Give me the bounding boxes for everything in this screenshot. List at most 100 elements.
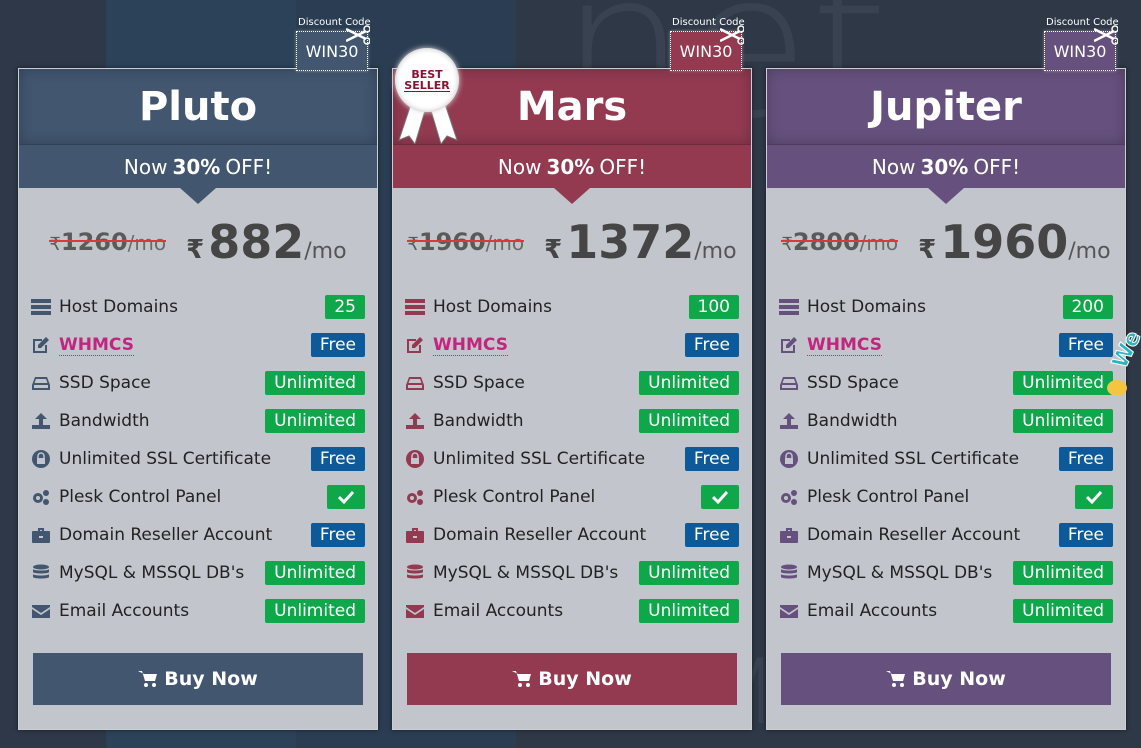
feature-label: Host Domains xyxy=(807,297,926,317)
feature-label: MySQL & MSSQL DB's xyxy=(433,563,619,583)
feature-row: Unlimited SSL Certificate Free xyxy=(779,440,1113,478)
waving-hand-icon: We xyxy=(1107,327,1141,396)
feature-label: MySQL & MSSQL DB's xyxy=(807,563,993,583)
envelope-icon xyxy=(405,602,425,620)
plan-title: Pluto xyxy=(19,69,377,145)
check-icon xyxy=(1086,490,1102,504)
banner-arrow xyxy=(928,188,964,204)
feature-label: Plesk Control Panel xyxy=(433,487,596,507)
feature-label: MySQL & MSSQL DB's xyxy=(59,563,245,583)
feature-row: Email Accounts Unlimited xyxy=(779,592,1113,630)
feature-label: Plesk Control Panel xyxy=(807,487,970,507)
feature-label: Unlimited SSL Certificate xyxy=(433,449,646,469)
feature-row: Unlimited SSL Certificate Free xyxy=(31,440,365,478)
feature-label: Domain Reseller Account xyxy=(59,525,273,545)
feature-value-badge: Unlimited xyxy=(265,371,365,395)
feature-value-badge: Unlimited xyxy=(639,409,739,433)
chat-widget[interactable]: We xyxy=(1101,327,1141,405)
feature-row: WHMCS Free xyxy=(31,326,365,364)
feature-value-badge xyxy=(327,485,365,509)
feature-row: SSD Space Unlimited xyxy=(779,364,1113,402)
feature-list: Host Domains 25 WHMCS Free SSD Space Unl… xyxy=(19,288,377,630)
scissors-icon xyxy=(720,25,744,45)
old-price: ₹1960/mo xyxy=(407,228,524,256)
feature-value-badge: 25 xyxy=(325,295,365,319)
discount-banner: Now 30% OFF! xyxy=(19,145,377,204)
discount-suffix: OFF! xyxy=(973,154,1021,179)
plan-title: Jupiter xyxy=(767,69,1125,145)
feature-value-badge: Free xyxy=(310,447,365,471)
old-price-value: 1960 xyxy=(418,228,486,256)
new-price-value: 1372 xyxy=(566,215,695,269)
briefcase-icon xyxy=(779,526,799,544)
feature-label: Plesk Control Panel xyxy=(59,487,222,507)
feature-value-badge xyxy=(1075,485,1113,509)
discount-banner: Now 30% OFF! xyxy=(393,145,751,204)
feature-value-badge: Free xyxy=(310,333,365,357)
database-icon xyxy=(779,564,799,582)
currency-symbol: ₹ xyxy=(781,234,793,255)
per-month: /mo xyxy=(1068,239,1111,264)
feature-value-badge: 100 xyxy=(688,295,739,319)
scissors-icon xyxy=(1094,25,1118,45)
feature-value-badge: Free xyxy=(684,523,739,547)
new-price: ₹1372/mo xyxy=(544,215,736,269)
discount-coupon[interactable]: Discount Code WIN30 xyxy=(1044,17,1124,71)
buy-now-label: Buy Now xyxy=(912,668,1006,690)
feature-value-badge: Unlimited xyxy=(1013,371,1113,395)
discount-percent: 30% xyxy=(546,154,595,179)
discount-banner: Now 30% OFF! xyxy=(767,145,1125,204)
feature-row: WHMCS Free xyxy=(405,326,739,364)
currency-symbol: ₹ xyxy=(544,235,563,265)
whmcs-link[interactable]: WHMCS xyxy=(433,335,508,356)
discount-percent: 30% xyxy=(920,154,969,179)
feature-label: Email Accounts xyxy=(59,601,190,621)
cart-icon xyxy=(138,671,158,687)
hdd-icon xyxy=(779,374,799,392)
hdd-icon xyxy=(31,374,51,392)
feature-row: Email Accounts Unlimited xyxy=(31,592,365,630)
banner-arrow xyxy=(180,188,216,204)
buy-now-button[interactable]: Buy Now xyxy=(407,653,737,705)
feature-label: Unlimited SSL Certificate xyxy=(807,449,1020,469)
feature-label: SSD Space xyxy=(807,373,899,393)
banner-arrow xyxy=(554,188,590,204)
new-price: ₹882/mo xyxy=(186,215,346,269)
feature-label: Domain Reseller Account xyxy=(433,525,647,545)
feature-value-badge: Unlimited xyxy=(1013,409,1113,433)
scissors-icon xyxy=(346,25,370,45)
lock-icon xyxy=(31,450,51,468)
discount-coupon[interactable]: Discount Code WIN30 xyxy=(296,17,376,71)
feature-value-badge: Unlimited xyxy=(1013,561,1113,585)
feature-value-badge: Unlimited xyxy=(639,561,739,585)
feature-row: Bandwidth Unlimited xyxy=(31,402,365,440)
feature-label: Bandwidth xyxy=(433,411,524,431)
plan-card-pluto: Pluto Now 30% OFF! ₹1260/mo ₹882/mo Host… xyxy=(18,68,378,730)
lock-icon xyxy=(405,450,425,468)
feature-row: Bandwidth Unlimited xyxy=(779,402,1113,440)
cart-icon xyxy=(886,671,906,687)
whmcs-link[interactable]: WHMCS xyxy=(59,335,134,356)
feature-row: Bandwidth Unlimited xyxy=(405,402,739,440)
old-price: ₹2800/mo xyxy=(781,228,898,256)
discount-percent: 30% xyxy=(172,154,221,179)
buy-now-label: Buy Now xyxy=(164,668,258,690)
feature-value-badge: Unlimited xyxy=(265,561,365,585)
feature-value-badge: Free xyxy=(684,333,739,357)
feature-row: MySQL & MSSQL DB's Unlimited xyxy=(779,554,1113,592)
feature-value-badge: Unlimited xyxy=(639,371,739,395)
buy-now-button[interactable]: Buy Now xyxy=(781,653,1111,705)
buy-now-button[interactable]: Buy Now xyxy=(33,653,363,705)
plan-card-mars: Mars Now 30% OFF! ₹1960/mo ₹1372/mo Host… xyxy=(392,68,752,730)
old-price-value: 1260 xyxy=(60,228,128,256)
per-month: /mo xyxy=(859,231,899,255)
feature-list: Host Domains 200 WHMCS Free SSD Space Un… xyxy=(767,288,1125,630)
feature-value-badge: Free xyxy=(684,447,739,471)
feature-value-badge: Free xyxy=(1058,447,1113,471)
feature-row: Host Domains 200 xyxy=(779,288,1113,326)
whmcs-link[interactable]: WHMCS xyxy=(807,335,882,356)
briefcase-icon xyxy=(405,526,425,544)
server-icon xyxy=(779,298,799,316)
discount-coupon[interactable]: Discount Code WIN30 xyxy=(670,17,750,71)
discount-suffix: OFF! xyxy=(225,154,273,179)
